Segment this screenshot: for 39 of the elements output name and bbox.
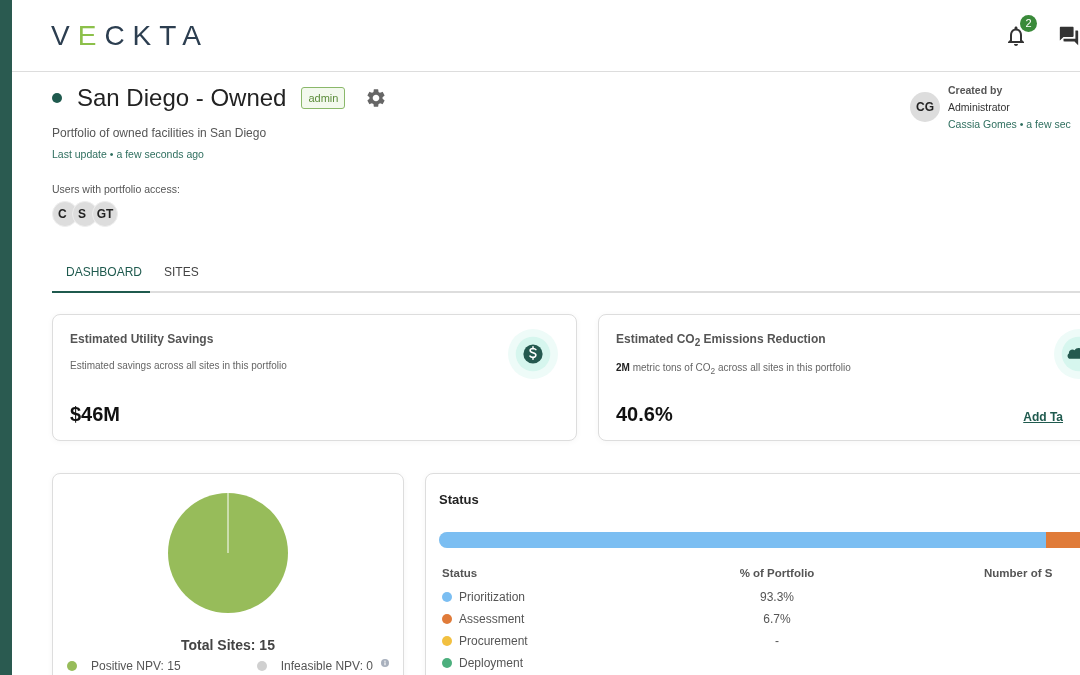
tab[interactable]: DASHBOARD <box>52 257 150 293</box>
column-header: % of Portfolio <box>738 567 816 579</box>
add-target-link[interactable]: Add Ta <box>1023 410 1063 424</box>
dollar-icon <box>508 329 558 379</box>
user-avatar[interactable]: GT <box>92 201 118 227</box>
metric-value: 40.6% <box>616 403 673 426</box>
portfolio-percent: 93.3% <box>760 590 794 604</box>
metric-title: Estimated CO$_{2}$ Emissions Reduction <box>616 332 827 349</box>
tab[interactable]: SITES <box>150 257 213 293</box>
chat-icon <box>1058 24 1080 47</box>
metric-title: Estimated Utility Savings <box>70 332 215 346</box>
metric-subtitle: 2M metric tons of CO$_{2}$ across all sites in this portfolio <box>616 362 851 377</box>
access-label: Users with portfolio access: <box>52 183 181 195</box>
role-tag: admin <box>301 87 346 109</box>
portfolio-description: Portfolio of owned facilities in San Diego <box>52 126 268 140</box>
total-sites: Total Sites: 15 <box>181 637 275 653</box>
portfolio-title: San Diego - Owned <box>77 84 287 112</box>
column-header: Status <box>442 567 479 579</box>
legend-label: Positive NPV: 15 <box>91 659 181 673</box>
status-name: Assessment <box>459 612 525 626</box>
legend-label: Infeasible NPV: 0 <box>280 659 373 673</box>
column-header: Number of S <box>983 567 1054 579</box>
creator-role: Administrator <box>948 101 1011 113</box>
metric-subtitle: Estimated savings across all sites in this portfolio <box>70 360 287 371</box>
notification-badge: 2 <box>1020 14 1037 32</box>
creator-avatar: CG <box>910 92 940 122</box>
chat-button[interactable] <box>1058 24 1080 47</box>
portfolio-percent: 6.7% <box>763 612 791 626</box>
status-title: Status <box>439 492 480 507</box>
settings-icon[interactable] <box>365 87 388 109</box>
status-name: Deployment <box>459 656 524 670</box>
status-dot <box>52 93 62 103</box>
metric-value: $46M <box>70 403 121 426</box>
portfolio-percent: - <box>775 634 779 648</box>
created-by-label: Created by <box>948 84 1004 96</box>
last-update: Last update • a few seconds ago <box>52 148 205 160</box>
creator-name: Cassia Gomes • a few sec <box>948 118 1071 130</box>
status-name: Prioritization <box>459 590 526 604</box>
status-name: Procurement <box>459 634 528 648</box>
